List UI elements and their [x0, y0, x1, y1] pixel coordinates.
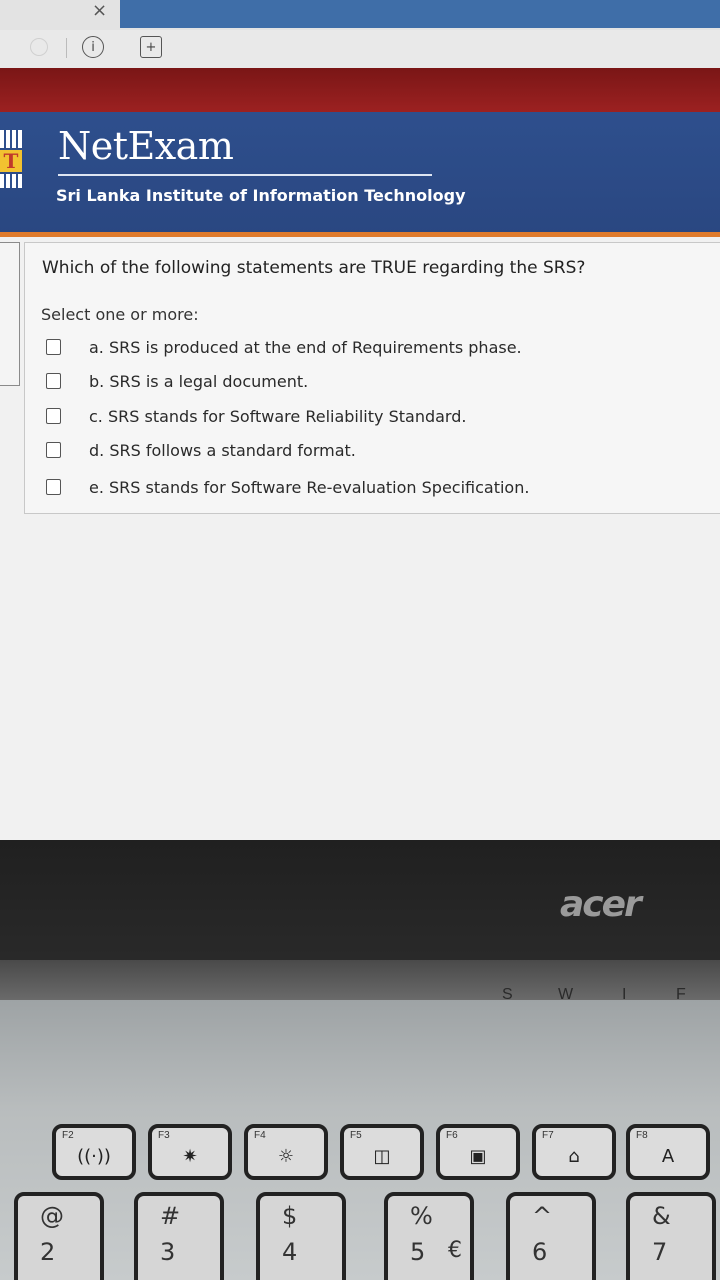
key-label: F7 [542, 1130, 554, 1141]
key-symbol: % [410, 1202, 433, 1230]
key-4[interactable]: $ 4 [256, 1192, 346, 1280]
checkbox[interactable] [46, 373, 61, 389]
brightness-icon: ☼ [277, 1146, 295, 1167]
option-e[interactable]: e. SRS stands for Software Re-evaluation… [46, 474, 529, 500]
checkbox[interactable] [46, 408, 61, 424]
sleep-icon: ✷ [182, 1146, 198, 1167]
question-info-panel [0, 242, 20, 386]
tab-close-icon[interactable]: × [92, 0, 107, 21]
option-label: b. SRS is a legal document. [89, 371, 309, 391]
toolbar-divider [66, 38, 67, 58]
key-symbol: @ [40, 1202, 64, 1230]
checkbox[interactable] [46, 479, 61, 495]
browser-accent-band [0, 68, 720, 112]
key-number: 7 [652, 1238, 668, 1266]
key-number: 6 [532, 1238, 548, 1266]
key-symbol: ^ [532, 1202, 553, 1230]
key-symbol: & [652, 1202, 671, 1230]
institute-name: Sri Lanka Institute of Information Techn… [56, 186, 466, 205]
option-label: d. SRS follows a standard format. [89, 440, 356, 460]
laptop-screen: × i + T NetExam Sri Lanka Institute of I… [0, 0, 720, 860]
key-3[interactable]: # 3 [134, 1192, 224, 1280]
touchpad-icon: ⌂ [568, 1146, 580, 1167]
key-number: 3 [160, 1238, 176, 1266]
key-2[interactable]: @ 2 [14, 1192, 104, 1280]
f6-key[interactable]: F6 ▣ [436, 1124, 520, 1180]
reload-icon[interactable] [30, 38, 48, 56]
logo-grid-bottom [0, 174, 22, 188]
key-label: F8 [636, 1130, 648, 1141]
question-instruction: Select one or more: [41, 305, 199, 324]
key-6[interactable]: ^ 6 [506, 1192, 596, 1280]
active-tab[interactable] [120, 0, 720, 28]
sliit-logo: T [0, 130, 22, 194]
key-number: 2 [40, 1238, 56, 1266]
key-label: F4 [254, 1130, 266, 1141]
option-label: a. SRS is produced at the end of Require… [89, 337, 522, 357]
option-label: c. SRS stands for Software Reliability S… [89, 406, 467, 426]
keyboard-light-icon: A [661, 1146, 675, 1167]
title-underline [58, 174, 432, 176]
key-label: F2 [62, 1130, 74, 1141]
bookmark-add-icon[interactable]: + [140, 36, 162, 58]
option-a[interactable]: a. SRS is produced at the end of Require… [46, 334, 522, 360]
logo-grid-top [0, 130, 22, 148]
key-label: F5 [350, 1130, 362, 1141]
checkbox[interactable] [46, 339, 61, 355]
f8-key[interactable]: F8 A [626, 1124, 710, 1180]
browser-toolbar: i + [0, 30, 720, 68]
key-alt-symbol: € [448, 1238, 462, 1263]
f2-key[interactable]: F2 ((·)) [52, 1124, 136, 1180]
f3-key[interactable]: F3 ✷ [148, 1124, 232, 1180]
option-label: e. SRS stands for Software Re-evaluation… [89, 477, 530, 497]
f4-key[interactable]: F4 ☼ [244, 1124, 328, 1180]
logo-t-icon: T [0, 150, 22, 172]
key-label: F6 [446, 1130, 458, 1141]
info-icon[interactable]: i [82, 36, 104, 58]
brand-logo: acer [560, 884, 642, 925]
question-text: Which of the following statements are TR… [42, 258, 586, 278]
app-title: NetExam [58, 124, 234, 168]
option-c[interactable]: c. SRS stands for Software Reliability S… [46, 403, 466, 429]
f7-key[interactable]: F7 ⌂ [532, 1124, 616, 1180]
key-symbol: $ [282, 1202, 298, 1230]
laptop-hinge [0, 960, 720, 1000]
key-label: F3 [158, 1130, 170, 1141]
wireless-icon: ((·)) [77, 1146, 111, 1167]
key-number: 5 [410, 1238, 426, 1266]
screen-off-icon: ▣ [469, 1146, 487, 1167]
option-d[interactable]: d. SRS follows a standard format. [46, 437, 356, 463]
key-number: 4 [282, 1238, 298, 1266]
option-b[interactable]: b. SRS is a legal document. [46, 368, 308, 394]
checkbox[interactable] [46, 442, 61, 458]
key-symbol: # [160, 1202, 181, 1230]
key-5[interactable]: % 5 € [384, 1192, 474, 1280]
browser-tab-bar: × [0, 0, 720, 30]
display-switch-icon: ◫ [373, 1146, 391, 1167]
key-7[interactable]: & 7 [626, 1192, 716, 1280]
f5-key[interactable]: F5 ◫ [340, 1124, 424, 1180]
